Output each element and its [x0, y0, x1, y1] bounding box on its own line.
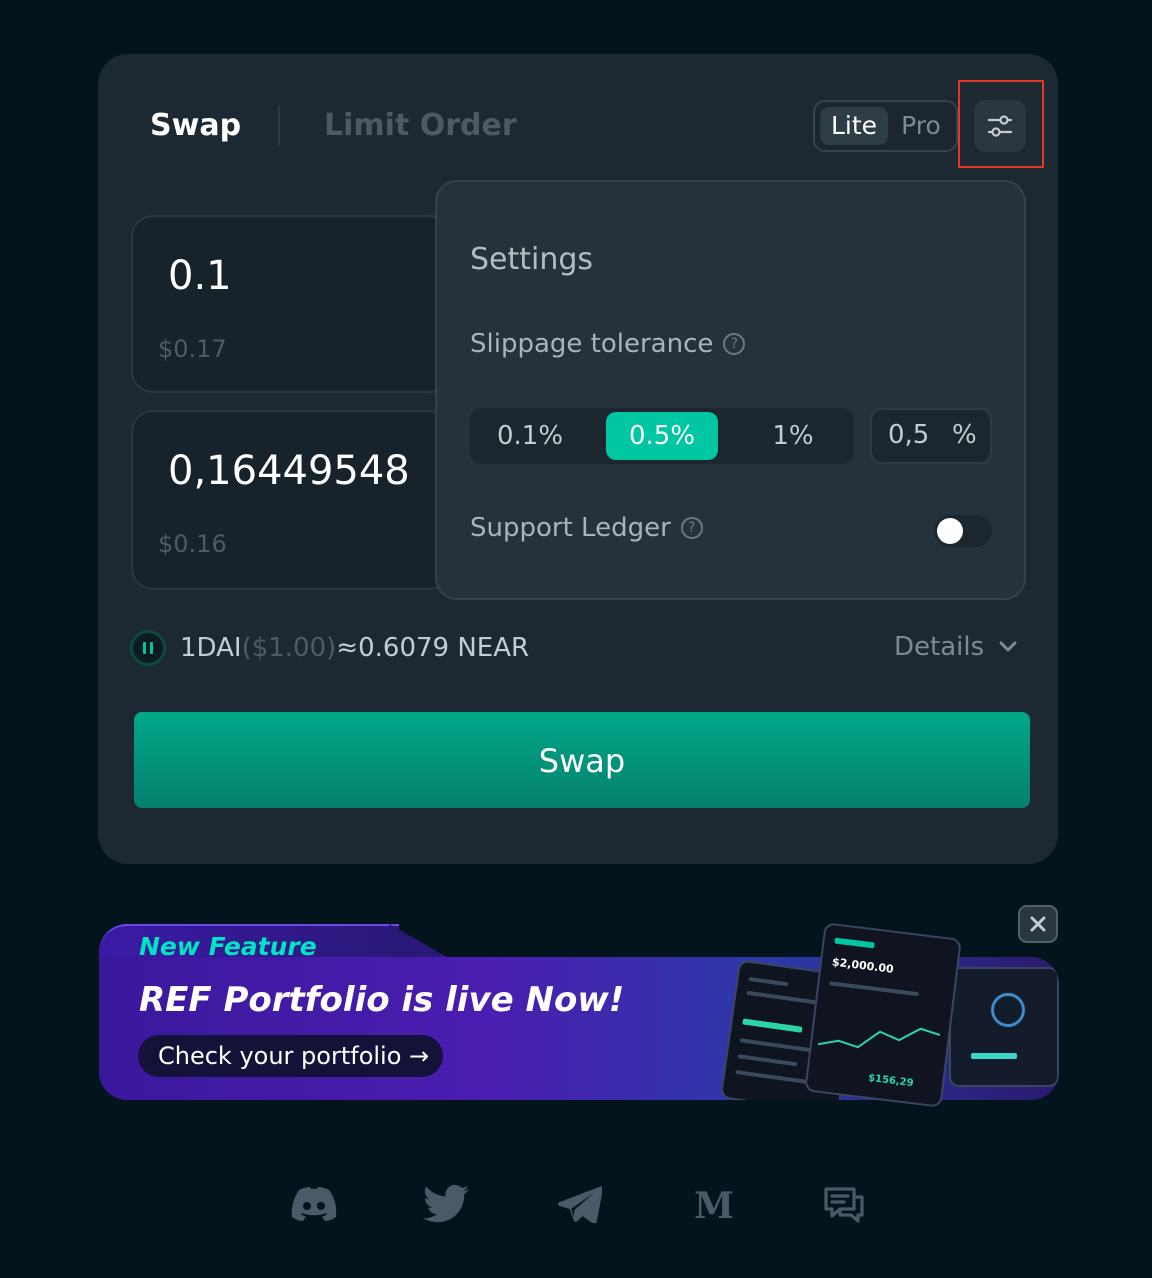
from-amount[interactable]: 0.1 — [168, 253, 232, 299]
help-icon[interactable]: ? — [723, 333, 746, 355]
mode-toggle: Lite Pro — [813, 100, 958, 152]
ledger-toggle[interactable] — [934, 515, 992, 547]
details-label: Details — [894, 632, 985, 662]
banner-tab-slope — [389, 924, 449, 958]
medium-icon: M — [694, 1187, 734, 1221]
tab-divider — [278, 106, 280, 146]
phone-value: $156,29 — [867, 1072, 915, 1090]
rate-from: 1DAI — [180, 633, 242, 663]
phone-mockup-front: $2,000.00 $156,29 — [804, 922, 962, 1108]
twitter-link[interactable] — [422, 1182, 470, 1226]
tab-swap[interactable]: Swap — [150, 108, 241, 144]
exchange-rate: 1DAI ($1.00) ≈ 0.6079 NEAR — [130, 628, 529, 668]
slippage-custom-value[interactable]: 0,5 — [888, 420, 929, 450]
settings-title: Settings — [470, 242, 594, 277]
slippage-option-0-5[interactable]: 0.5% — [606, 412, 718, 460]
slippage-label-text: Slippage tolerance — [470, 329, 714, 359]
slippage-percent-unit: % — [952, 420, 977, 450]
details-toggle[interactable]: Details — [894, 632, 1018, 662]
telegram-icon — [558, 1186, 602, 1223]
from-usd-value: $0.17 — [158, 335, 227, 363]
forum-link[interactable] — [820, 1182, 868, 1226]
toggle-knob — [937, 518, 963, 544]
sparkline-icon — [817, 1027, 941, 1049]
pause-icon — [143, 642, 153, 654]
slippage-options: 0.1% 0.5% 1% — [470, 408, 854, 464]
discord-link[interactable] — [290, 1182, 338, 1226]
phone-mockup-dashboard — [949, 967, 1059, 1087]
rate-to: 0.6079 NEAR — [358, 633, 530, 663]
rate-approx: ≈ — [336, 633, 359, 663]
settings-popover: Settings Slippage tolerance ? 0.1% 0.5% … — [435, 180, 1026, 600]
close-banner-button[interactable] — [1018, 905, 1058, 943]
ledger-label: Support Ledger ? — [470, 513, 703, 543]
social-links: M — [0, 1182, 1152, 1226]
ledger-label-text: Support Ledger — [470, 513, 671, 543]
slippage-option-0-1[interactable]: 0.1% — [470, 412, 590, 460]
banner-tag: New Feature — [139, 932, 317, 961]
medium-link[interactable]: M — [690, 1182, 738, 1226]
discord-icon — [291, 1187, 337, 1221]
close-icon — [1030, 916, 1046, 932]
chart-ring — [991, 993, 1025, 1027]
banner-headline: REF Portfolio is live Now! — [139, 980, 625, 1020]
forum-icon — [824, 1187, 864, 1223]
slippage-custom-input[interactable]: 0,5 % — [870, 408, 992, 464]
rate-from-usd: ($1.00) — [241, 633, 337, 663]
from-token-input[interactable]: 0.1 $0.17 — [131, 215, 451, 393]
to-usd-value: $0.16 — [158, 530, 227, 558]
mode-lite-button[interactable]: Lite — [820, 107, 888, 145]
tab-limit-order[interactable]: Limit Order — [324, 108, 517, 144]
slippage-option-1[interactable]: 1% — [736, 412, 850, 460]
help-icon[interactable]: ? — [680, 517, 703, 539]
telegram-link[interactable] — [556, 1182, 604, 1226]
swap-button[interactable]: Swap — [134, 712, 1030, 808]
highlight-box — [958, 80, 1044, 168]
twitter-icon — [423, 1184, 469, 1223]
slippage-label: Slippage tolerance ? — [470, 329, 746, 359]
svg-text:M: M — [694, 1187, 734, 1221]
mode-pro-button[interactable]: Pro — [893, 107, 949, 145]
to-amount: 0,16449548 — [168, 448, 410, 494]
check-portfolio-button[interactable]: Check your portfolio → — [138, 1035, 444, 1077]
refresh-pause-icon[interactable] — [130, 630, 166, 666]
phone-balance: $2,000.00 — [831, 955, 895, 976]
to-token-input[interactable]: 0,16449548 $0.16 — [131, 410, 451, 590]
chevron-down-icon — [999, 641, 1017, 652]
